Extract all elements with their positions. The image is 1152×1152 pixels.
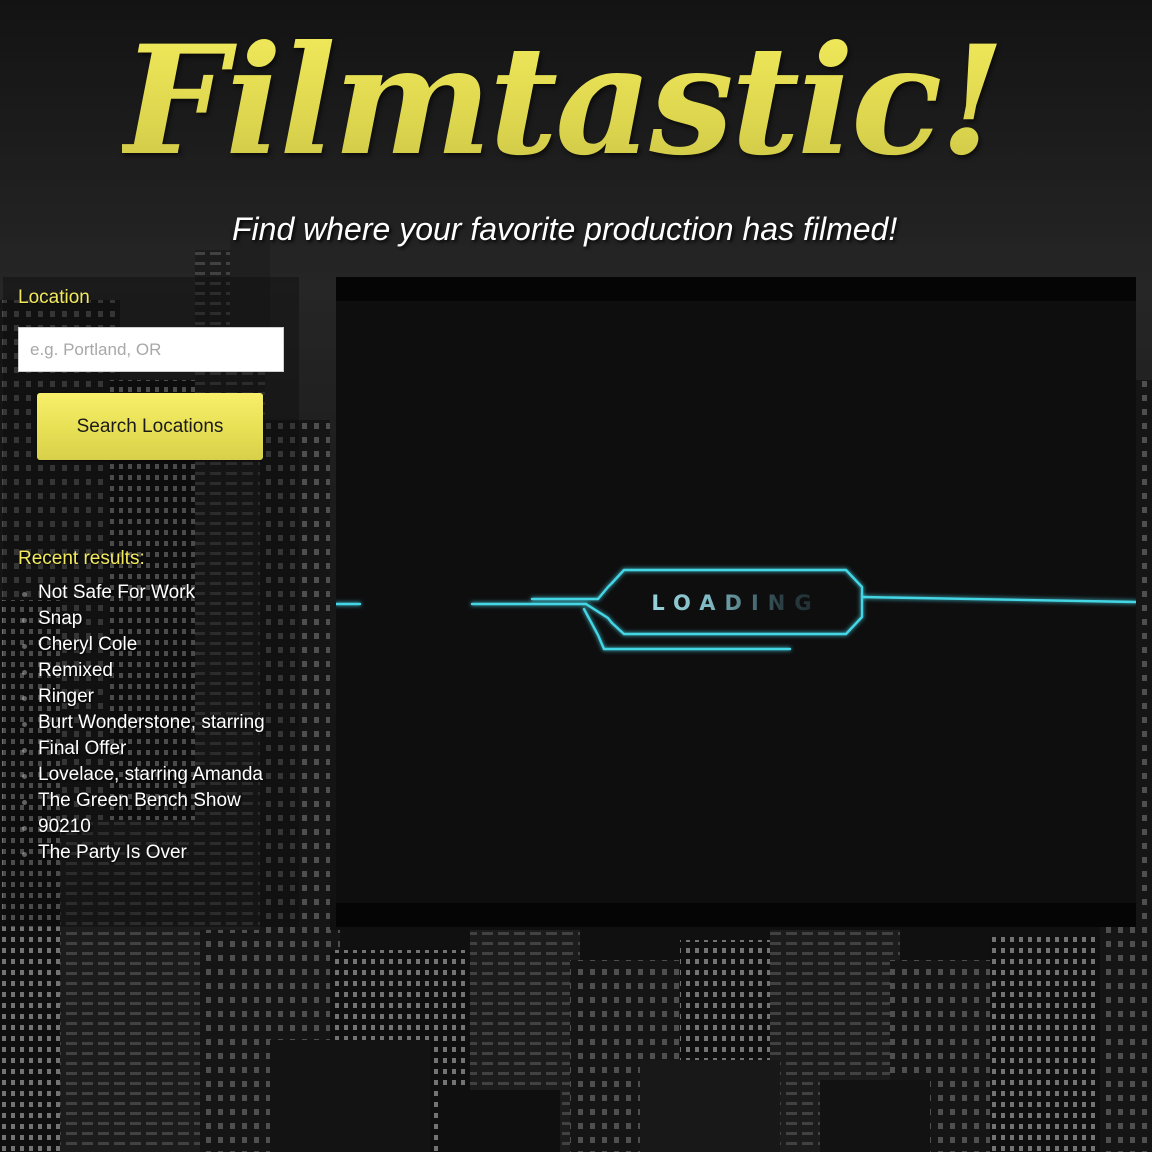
- location-input[interactable]: [18, 327, 284, 372]
- app-logo-title: Filmtastic!: [122, 6, 1006, 196]
- recent-result-item[interactable]: Lovelace, starring Amanda: [18, 762, 265, 788]
- map-panel[interactable]: LOADING: [336, 277, 1136, 927]
- recent-result-item[interactable]: Not Safe For Work: [18, 580, 265, 606]
- recent-result-item[interactable]: Cheryl Cole: [18, 632, 265, 658]
- recent-result-item[interactable]: Snap: [18, 606, 265, 632]
- tagline: Find where your favorite production has …: [232, 211, 898, 247]
- recent-result-item[interactable]: The Party Is Over: [18, 840, 265, 866]
- recent-result-item[interactable]: Burt Wonderstone, starring: [18, 710, 265, 736]
- recent-result-item[interactable]: 90210: [18, 814, 265, 840]
- recent-results-list: Not Safe For Work Snap Cheryl Cole Remix…: [18, 580, 265, 866]
- recent-result-item[interactable]: Final Offer: [18, 736, 265, 762]
- loading-label: LOADING: [646, 591, 826, 615]
- location-label: Location: [18, 287, 90, 308]
- recent-result-item[interactable]: Remixed: [18, 658, 265, 684]
- recent-results-heading: Recent results:: [18, 548, 145, 569]
- search-sidebar: Location Search Locations Recent results…: [3, 277, 299, 927]
- recent-result-item[interactable]: The Green Bench Show: [18, 788, 265, 814]
- search-locations-button[interactable]: Search Locations: [37, 393, 263, 460]
- brand-header: Filmtastic!: [0, 6, 1152, 196]
- recent-result-item[interactable]: Ringer: [18, 684, 265, 710]
